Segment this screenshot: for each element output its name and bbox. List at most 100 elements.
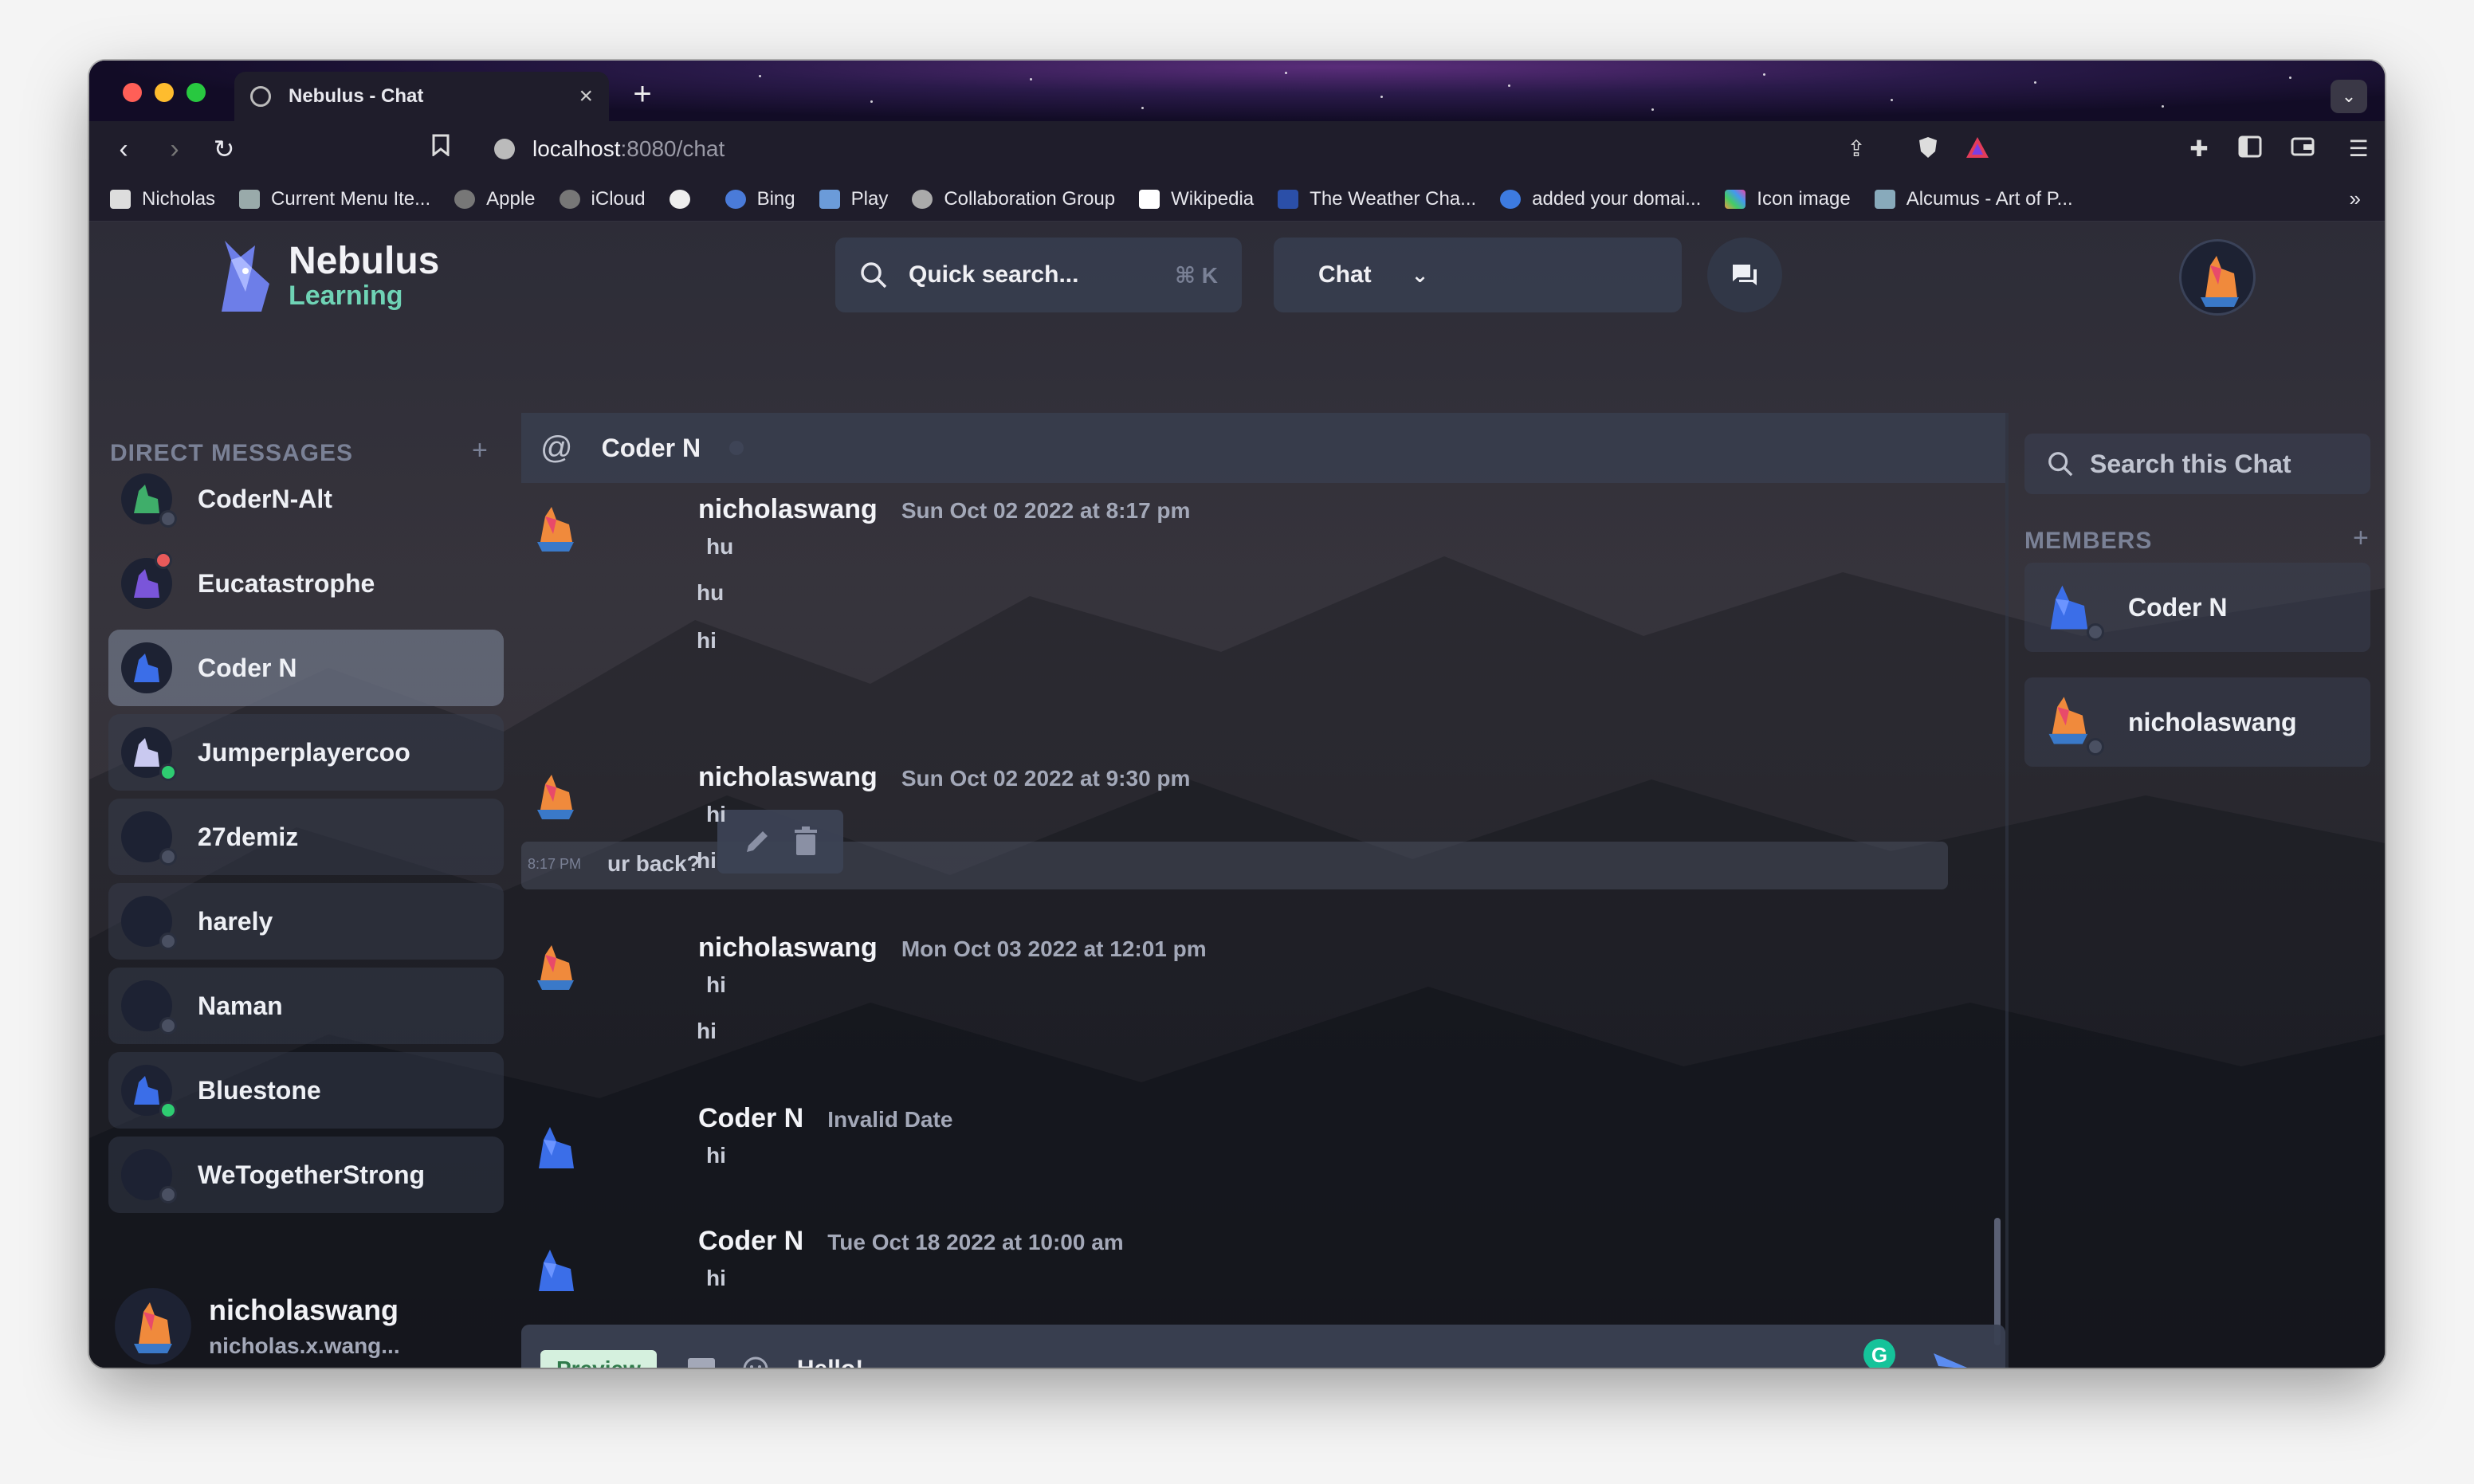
- profile-avatar-button[interactable]: [2179, 239, 2256, 316]
- chat-selector-value: Chat: [1318, 261, 1372, 288]
- bookmark-item[interactable]: Play: [819, 188, 888, 210]
- add-member-button[interactable]: +: [2353, 523, 2369, 554]
- emoji-button[interactable]: [738, 1352, 773, 1368]
- bookmark-item[interactable]: Current Menu Ite...: [239, 188, 430, 210]
- wallet-icon[interactable]: [2289, 135, 2316, 163]
- menu-icon[interactable]: ☰: [2345, 135, 2372, 163]
- send-button[interactable]: [1932, 1352, 1969, 1368]
- chevron-down-icon: ⌄: [1411, 262, 1429, 287]
- dm-item-27demiz[interactable]: 27demiz: [108, 799, 504, 875]
- dm-item-harely[interactable]: harely: [108, 883, 504, 960]
- status-dot-offline: [159, 848, 177, 866]
- bookmark-item[interactable]: Alcumus - Art of P...: [1874, 188, 2073, 210]
- avatar: [121, 642, 172, 693]
- bookmark-item[interactable]: iCloud: [559, 188, 646, 210]
- current-user-card[interactable]: nicholaswang nicholas.x.wang...: [115, 1288, 400, 1364]
- avatar: [115, 1288, 191, 1364]
- message-text: hu: [706, 534, 734, 559]
- extensions-icon[interactable]: ✚: [2185, 135, 2213, 163]
- image-icon: [687, 1358, 715, 1368]
- maximize-window-button[interactable]: [187, 83, 206, 102]
- dm-name: 27demiz: [198, 822, 299, 851]
- share-icon[interactable]: ⇪: [1843, 135, 1870, 163]
- bookmark-item[interactable]: Wikipedia: [1139, 188, 1254, 210]
- bookmark-page-icon[interactable]: [424, 132, 457, 166]
- sidebar-toggle-icon[interactable]: [2236, 135, 2264, 163]
- bookmark-item[interactable]: [669, 189, 701, 209]
- dm-name: Eucatastrophe: [198, 568, 375, 598]
- dm-name: CoderN-Alt: [198, 484, 332, 513]
- bookmark-item[interactable]: Apple: [454, 188, 536, 210]
- message-hover-time: 8:17 PM: [528, 856, 582, 872]
- message-author[interactable]: nicholaswang Sun Oct 02 2022 at 9:30 pm: [698, 762, 1190, 793]
- reload-button[interactable]: ↻: [207, 132, 241, 166]
- chat-search-placeholder: Search this Chat: [2090, 449, 2291, 478]
- close-window-button[interactable]: [123, 83, 142, 102]
- member-item-nicholaswang[interactable]: nicholaswang: [2024, 677, 2370, 767]
- bookmark-item[interactable]: Bing: [725, 188, 795, 210]
- trash-icon[interactable]: [793, 826, 819, 857]
- search-icon: [2048, 452, 2073, 477]
- nebulus-logo[interactable]: Nebulus Learning: [214, 236, 439, 316]
- brave-rewards-icon[interactable]: [1964, 135, 1991, 163]
- wolf-avatar-icon: [539, 1250, 574, 1291]
- bookmark-item[interactable]: Collaboration Group: [912, 188, 1115, 210]
- message-text: hi: [706, 972, 726, 997]
- close-tab-icon[interactable]: ×: [579, 83, 593, 110]
- status-dot-online: [159, 764, 177, 781]
- grammarly-icon[interactable]: G: [1863, 1339, 1895, 1368]
- dm-item-bluestone[interactable]: Bluestone: [108, 1052, 504, 1129]
- dm-item-eucatastrophe[interactable]: Eucatastrophe: [108, 545, 504, 622]
- at-icon: @: [540, 430, 573, 465]
- status-dot-offline: [159, 1186, 177, 1203]
- url-path: :8080/chat: [620, 136, 725, 161]
- message-author[interactable]: Coder N Tue Oct 18 2022 at 10:00 am: [698, 1226, 1124, 1257]
- search-icon: [861, 262, 887, 289]
- chat-search-input[interactable]: Search this Chat: [2024, 434, 2370, 494]
- members-header: MEMBERS: [2024, 528, 2153, 554]
- brave-shield-icon[interactable]: [1914, 135, 1942, 163]
- message-author[interactable]: nicholaswang Sun Oct 02 2022 at 8:17 pm: [698, 494, 1190, 525]
- member-item-coder-n[interactable]: Coder N: [2024, 563, 2370, 652]
- message-text: hi: [706, 1266, 726, 1290]
- message-input[interactable]: Hello!: [797, 1356, 863, 1368]
- status-dot-offline: [159, 932, 177, 950]
- minimize-window-button[interactable]: [155, 83, 174, 102]
- tab-nebulus-chat[interactable]: Nebulus - Chat ×: [234, 72, 609, 121]
- dm-item-wetogetherstrong[interactable]: WeTogetherStrong: [108, 1137, 504, 1213]
- edit-icon[interactable]: [742, 826, 772, 857]
- wolf-logo-icon: [222, 241, 269, 312]
- site-info-icon[interactable]: [494, 139, 515, 159]
- quick-search[interactable]: Quick search... ⌘ K: [835, 238, 1242, 312]
- image-upload-button[interactable]: [684, 1352, 719, 1368]
- search-icon: [725, 189, 746, 209]
- back-button[interactable]: ‹: [107, 132, 140, 166]
- chat-bubble-button[interactable]: [1707, 238, 1782, 312]
- bookmark-item[interactable]: The Weather Cha...: [1278, 188, 1476, 210]
- rocket-icon: [239, 189, 261, 209]
- dm-list: CoderN-Alt Eucatastrophe Coder N Jumperp…: [108, 461, 504, 1221]
- folder-icon: [110, 189, 131, 209]
- status-dot-online: [159, 1101, 177, 1119]
- forward-button[interactable]: ›: [158, 132, 191, 166]
- bookmarks-overflow-button[interactable]: »: [2350, 186, 2361, 211]
- apple-icon: [559, 189, 580, 209]
- dm-item-coder-n[interactable]: Coder N: [108, 630, 504, 706]
- panel-divider: [2005, 413, 2009, 1368]
- apple-icon: [454, 189, 476, 209]
- message-author[interactable]: nicholaswang Mon Oct 03 2022 at 12:01 pm: [698, 932, 1207, 964]
- message-text: hi: [697, 848, 717, 873]
- tab-search-button[interactable]: ⌄: [2331, 80, 2367, 113]
- bookmark-item[interactable]: added your domai...: [1500, 188, 1701, 210]
- dm-item-jumperplayercoo[interactable]: Jumperplayercoo: [108, 714, 504, 791]
- new-tab-button[interactable]: +: [625, 77, 660, 112]
- bookmark-item[interactable]: Icon image: [1725, 188, 1851, 210]
- preview-button[interactable]: Preview: [540, 1350, 657, 1368]
- message-time: Invalid Date: [827, 1107, 953, 1132]
- chat-selector-dropdown[interactable]: Chat ⌄: [1274, 238, 1682, 312]
- dm-item-naman[interactable]: Naman: [108, 968, 504, 1044]
- bookmark-item[interactable]: Nicholas: [110, 188, 215, 210]
- dm-item-codern-alt[interactable]: CoderN-Alt: [108, 461, 504, 537]
- keyboard-shortcut: ⌘ K: [1175, 262, 1218, 288]
- message-author[interactable]: Coder N Invalid Date: [698, 1103, 952, 1134]
